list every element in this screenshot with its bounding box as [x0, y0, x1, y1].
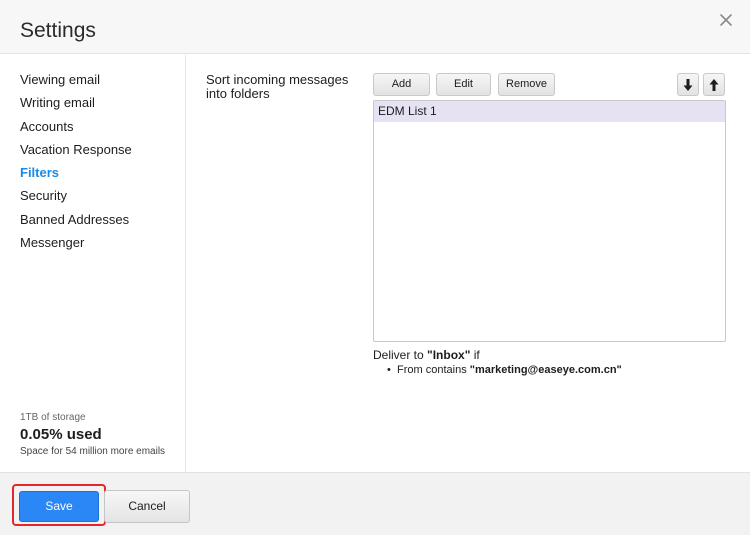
sidebar-item-writing-email[interactable]: Writing email	[20, 94, 132, 117]
settings-nav: Viewing email Writing email Accounts Vac…	[20, 71, 132, 257]
storage-capacity: 1TB of storage	[20, 412, 86, 423]
move-up-button[interactable]	[703, 73, 725, 96]
save-button[interactable]: Save	[19, 491, 99, 522]
deliver-folder: "Inbox"	[427, 348, 471, 362]
arrow-up-icon	[709, 79, 719, 91]
filter-deliver-rule: Deliver to "Inbox" if	[373, 348, 480, 362]
sidebar-item-vacation-response[interactable]: Vacation Response	[20, 141, 132, 164]
filter-list-item[interactable]: EDM List 1	[374, 101, 725, 122]
filters-panel: Sort incoming messages into folders Add …	[187, 55, 750, 472]
add-filter-button[interactable]: Add	[373, 73, 430, 96]
filter-list[interactable]: EDM List 1	[373, 100, 726, 342]
arrow-down-icon	[683, 79, 693, 91]
filter-condition: • From contains "marketing@easeye.com.cn"	[387, 364, 622, 376]
settings-sidebar: Viewing email Writing email Accounts Vac…	[0, 55, 186, 472]
remove-filter-button[interactable]: Remove	[498, 73, 555, 96]
sidebar-item-filters[interactable]: Filters	[20, 164, 132, 187]
deliver-prefix: Deliver to	[373, 348, 428, 362]
sidebar-item-accounts[interactable]: Accounts	[20, 118, 132, 141]
cancel-button[interactable]: Cancel	[104, 490, 190, 523]
filters-section-label: Sort incoming messages into folders	[206, 72, 349, 101]
move-down-button[interactable]	[677, 73, 699, 96]
dialog-header: Settings	[0, 0, 750, 54]
storage-used: 0.05% used	[20, 426, 102, 443]
dialog-title: Settings	[20, 19, 96, 42]
condition-value: "marketing@easeye.com.cn"	[469, 364, 622, 376]
deliver-suffix: if	[470, 348, 480, 362]
condition-prefix: From contains	[397, 364, 470, 376]
storage-info: 1TB of storage 0.05% used Space for 54 m…	[20, 412, 165, 457]
sidebar-item-viewing-email[interactable]: Viewing email	[20, 71, 132, 94]
settings-dialog: Settings Viewing email Writing email Acc…	[0, 0, 750, 535]
storage-remaining: Space for 54 million more emails	[20, 446, 166, 457]
sidebar-item-banned-addresses[interactable]: Banned Addresses	[20, 211, 132, 234]
sidebar-item-security[interactable]: Security	[20, 187, 132, 210]
sidebar-item-messenger[interactable]: Messenger	[20, 234, 132, 257]
dialog-footer: Save Cancel	[0, 472, 750, 535]
condition-bullet: •	[387, 364, 391, 376]
close-icon[interactable]	[716, 10, 736, 30]
edit-filter-button[interactable]: Edit	[436, 73, 491, 96]
